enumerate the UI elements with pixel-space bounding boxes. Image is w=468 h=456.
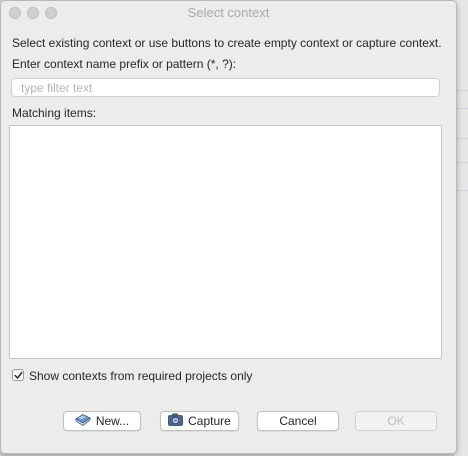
- matching-items-label: Matching items:: [12, 106, 97, 120]
- select-context-dialog: Select context Select existing context o…: [0, 0, 457, 454]
- ok-button[interactable]: OK: [355, 411, 437, 431]
- new-button-label: New...: [95, 414, 130, 428]
- cancel-button-label: Cancel: [279, 414, 317, 428]
- checkmark-icon: [14, 371, 23, 379]
- dialog-title: Select context: [187, 5, 270, 20]
- capture-button-label: Capture: [188, 414, 231, 428]
- required-projects-checkbox[interactable]: [12, 369, 24, 381]
- context-filter-input[interactable]: [11, 78, 440, 97]
- title-bar: Select context: [1, 1, 456, 25]
- book-icon: [75, 413, 91, 430]
- new-button[interactable]: New...: [63, 411, 141, 431]
- filter-label: Enter context name prefix or pattern (*,…: [12, 57, 237, 71]
- capture-button[interactable]: Capture: [160, 411, 239, 431]
- ok-button-label: OK: [387, 414, 405, 428]
- matching-items-list[interactable]: [9, 125, 442, 359]
- cancel-button[interactable]: Cancel: [257, 411, 339, 431]
- camera-icon: [168, 413, 184, 429]
- instruction-text: Select existing context or use buttons t…: [12, 36, 442, 50]
- required-projects-label: Show contexts from required projects onl…: [29, 369, 253, 383]
